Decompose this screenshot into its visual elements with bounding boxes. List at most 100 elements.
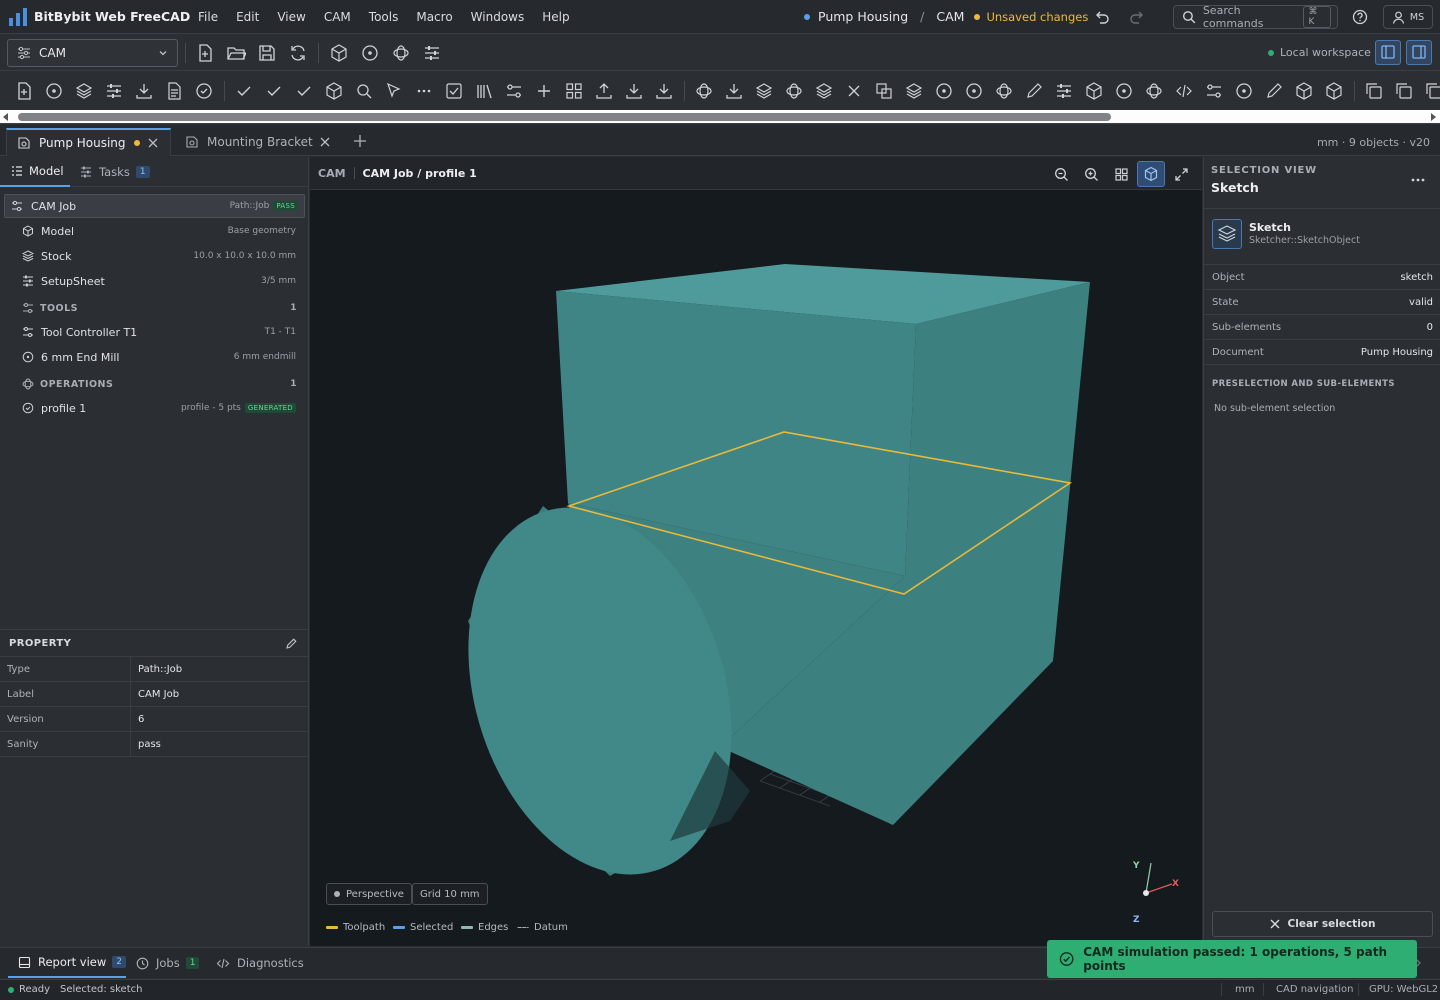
refresh-icon[interactable] xyxy=(288,43,308,63)
isometric-view-button[interactable] xyxy=(1137,161,1165,187)
perspective-toggle[interactable]: Perspective xyxy=(326,883,412,905)
workbench-select[interactable]: CAM xyxy=(7,39,178,67)
menu-windows[interactable]: Windows xyxy=(471,10,525,24)
document-icon[interactable] xyxy=(164,81,184,101)
target-icon[interactable] xyxy=(360,43,380,63)
grid-toggle[interactable]: Grid 10 mm xyxy=(412,883,488,905)
status-navigation[interactable]: CAD navigation xyxy=(1276,984,1354,995)
target-icon[interactable] xyxy=(964,81,984,101)
toggle-settings-icon[interactable] xyxy=(1204,81,1224,101)
plus-icon[interactable] xyxy=(534,81,554,101)
clear-selection-button[interactable]: Clear selection xyxy=(1212,911,1433,937)
tab-tasks[interactable]: Tasks 1 xyxy=(80,157,160,187)
fullscreen-button[interactable] xyxy=(1170,163,1192,185)
code-icon[interactable] xyxy=(1174,81,1194,101)
check-icon[interactable] xyxy=(294,81,314,101)
tab-mounting-bracket[interactable]: Mounting Bracket xyxy=(175,128,340,156)
toggle-settings-icon[interactable] xyxy=(504,81,524,101)
tree-item-tool-controller[interactable]: Tool Controller T1 T1 - T1 xyxy=(0,320,309,344)
cube-icon[interactable] xyxy=(324,81,344,101)
download-icon[interactable] xyxy=(624,81,644,101)
cube-icon[interactable] xyxy=(1084,81,1104,101)
zoom-in-button[interactable] xyxy=(1080,163,1102,185)
download-icon[interactable] xyxy=(724,81,744,101)
layers-icon[interactable] xyxy=(904,81,924,101)
success-toast[interactable]: CAM simulation passed: 1 operations, 5 p… xyxy=(1047,940,1417,978)
tree-item-stock[interactable]: Stock 10.0 x 10.0 x 10.0 mm xyxy=(0,244,309,268)
menu-cam[interactable]: CAM xyxy=(324,10,351,24)
cube-icon[interactable] xyxy=(1294,81,1314,101)
new-document-icon[interactable] xyxy=(195,43,215,63)
sliders-icon[interactable] xyxy=(1054,81,1074,101)
menu-file[interactable]: File xyxy=(198,10,218,24)
pencil-icon[interactable] xyxy=(1024,81,1044,101)
menu-edit[interactable]: Edit xyxy=(236,10,259,24)
help-icon[interactable] xyxy=(1352,9,1368,25)
fit-all-button[interactable] xyxy=(1110,163,1132,185)
sliders-icon[interactable] xyxy=(104,81,124,101)
command-search[interactable]: Search commands ⌘ K xyxy=(1173,4,1338,30)
download-icon[interactable] xyxy=(134,81,154,101)
save-icon[interactable] xyxy=(257,43,277,63)
tree-item-setupsheet[interactable]: SetupSheet 3/5 mm xyxy=(0,269,309,293)
orbit-icon[interactable] xyxy=(391,43,411,63)
model-scene[interactable]: Y X Z xyxy=(310,191,1202,946)
orbit-icon[interactable] xyxy=(1144,81,1164,101)
tree-item-model[interactable]: Model Base geometry xyxy=(0,219,309,243)
check-circle-icon[interactable] xyxy=(194,81,214,101)
pointer-icon[interactable] xyxy=(384,81,404,101)
toggle-left-panel-button[interactable] xyxy=(1375,40,1401,65)
more-icon[interactable] xyxy=(414,81,434,101)
copy-icon[interactable] xyxy=(1424,81,1440,101)
cube-icon[interactable] xyxy=(1324,81,1344,101)
copy-icon[interactable] xyxy=(1364,81,1384,101)
target-icon[interactable] xyxy=(1114,81,1134,101)
tab-pump-housing[interactable]: Pump Housing xyxy=(6,128,171,156)
tab-jobs[interactable]: Jobs 1 xyxy=(136,948,206,978)
download-icon[interactable] xyxy=(654,81,674,101)
redo-icon[interactable] xyxy=(1129,9,1145,25)
open-folder-icon[interactable] xyxy=(226,43,246,63)
more-horizontal-icon[interactable] xyxy=(1410,174,1426,186)
tree-item-cam-job[interactable]: CAM Job Path::Job PASS xyxy=(4,194,305,218)
toolbar-scrollbar[interactable] xyxy=(0,110,1440,124)
check-icon[interactable] xyxy=(264,81,284,101)
tree-item-profile[interactable]: profile 1 profile - 5 pts GENERATED xyxy=(0,396,309,420)
tree-item-end-mill[interactable]: 6 mm End Mill 6 mm endmill xyxy=(0,345,309,369)
orbit-icon[interactable] xyxy=(784,81,804,101)
menu-tools[interactable]: Tools xyxy=(369,10,399,24)
pencil-icon[interactable] xyxy=(1264,81,1284,101)
tab-diagnostics[interactable]: Diagnostics xyxy=(216,948,316,978)
scroll-left-icon[interactable] xyxy=(2,113,10,121)
orbit-icon[interactable] xyxy=(994,81,1014,101)
tree-section-tools[interactable]: TOOLS 1 xyxy=(0,298,309,318)
upload-icon[interactable] xyxy=(594,81,614,101)
checkbox-icon[interactable] xyxy=(444,81,464,101)
menu-view[interactable]: View xyxy=(277,10,305,24)
scroll-right-icon[interactable] xyxy=(1429,113,1437,121)
target-icon[interactable] xyxy=(44,81,64,101)
close-icon[interactable] xyxy=(148,138,158,148)
copy-icon[interactable] xyxy=(1394,81,1414,101)
tree-section-operations[interactable]: OPERATIONS 1 xyxy=(0,374,309,394)
status-units[interactable]: mm xyxy=(1235,984,1254,995)
property-row[interactable]: Version 6 xyxy=(0,707,309,732)
pencil-icon[interactable] xyxy=(285,637,298,650)
library-icon[interactable] xyxy=(474,81,494,101)
add-tab-icon[interactable] xyxy=(353,134,367,148)
close-icon[interactable] xyxy=(844,81,864,101)
3d-viewport[interactable]: CAM CAM Job / profile 1 Y X Z Perspectiv… xyxy=(310,157,1202,946)
scrollbar-thumb[interactable] xyxy=(18,113,1111,121)
grid-icon[interactable] xyxy=(564,81,584,101)
menu-help[interactable]: Help xyxy=(542,10,569,24)
boolean-icon[interactable] xyxy=(874,81,894,101)
target-icon[interactable] xyxy=(1234,81,1254,101)
crumb-document[interactable]: Pump Housing xyxy=(818,9,908,24)
search-icon[interactable] xyxy=(354,81,374,101)
close-icon[interactable] xyxy=(320,137,330,147)
new-job-icon[interactable] xyxy=(14,81,34,101)
tab-model[interactable]: Model xyxy=(0,157,70,187)
target-icon[interactable] xyxy=(934,81,954,101)
cube-icon[interactable] xyxy=(329,43,349,63)
toggle-right-panel-button[interactable] xyxy=(1406,40,1432,65)
